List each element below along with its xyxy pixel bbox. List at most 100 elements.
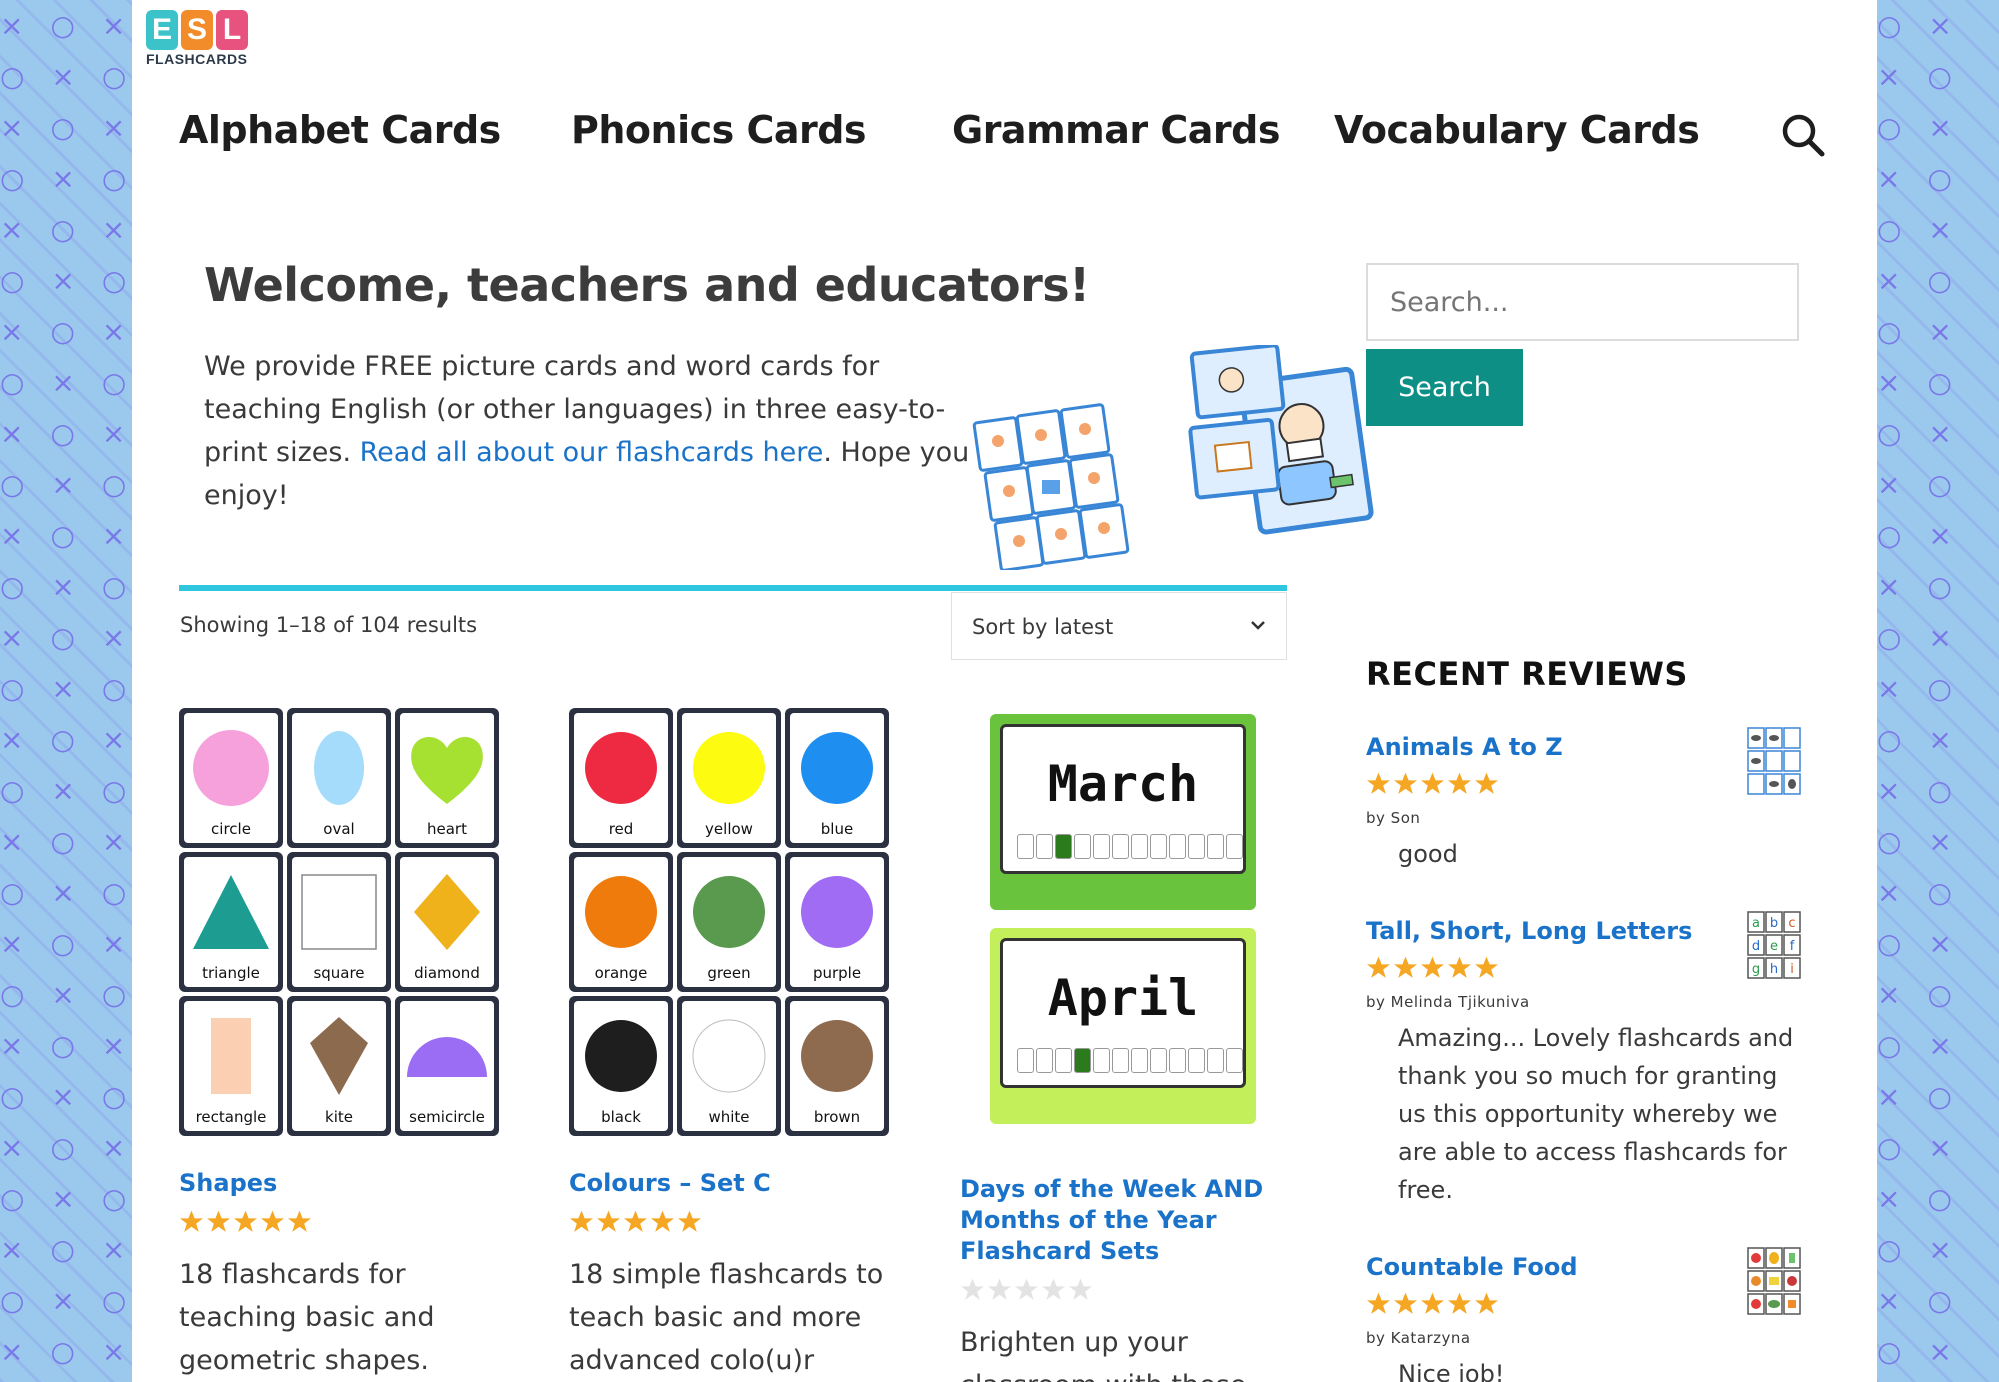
month-position-box [1036,834,1053,859]
flashcard-label: white [708,1108,750,1126]
month-position-box [1017,1048,1034,1073]
rectangle-shape [211,1018,251,1094]
star-icon [624,1210,647,1232]
flashcard: orange [569,852,673,992]
flashcard-label: blue [820,820,854,838]
colour-swatch [801,1020,873,1092]
flashcard: triangle [179,852,283,992]
review-product-link[interactable]: Tall, Short, Long Letters [1366,917,1801,945]
flashcard-label: square [313,964,365,982]
about-flashcards-link[interactable]: Read all about our flashcards here [360,437,824,468]
review-thumbnail[interactable]: abc def ghi [1747,911,1801,979]
product-title[interactable]: Days of the Week AND Months of the Year … [960,1174,1290,1267]
star-icon [1421,1292,1444,1314]
star-icon [1069,1278,1092,1300]
logo-subtitle: FLASHCARDS [146,51,248,67]
month-position-box [1055,1048,1072,1073]
svg-text:e: e [1770,939,1778,954]
kite-shape [310,1017,368,1095]
star-rating [569,1209,899,1239]
colour-swatch [801,732,873,804]
star-icon [1421,772,1444,794]
month-position-box [1207,834,1224,859]
review-product-link[interactable]: Countable Food [1366,1253,1801,1281]
colour-swatch [692,1019,766,1093]
star-icon [570,1210,593,1232]
review-product-link[interactable]: Animals A to Z [1366,733,1801,761]
month-position-boxes [1017,1048,1243,1073]
product-thumbnail[interactable]: circle oval heart triangle square diamon… [179,708,509,1138]
nav-alphabet-cards[interactable]: Alphabet Cards [179,108,501,152]
results-count: Showing 1–18 of 104 results [180,613,478,637]
flashcard: rectangle [179,996,283,1136]
page-container: E S L FLASHCARDS Alphabet Cards Phonics … [132,0,1877,1382]
colour-swatch [801,876,873,948]
month-position-box [1131,834,1148,859]
month-position-box [1169,1048,1186,1073]
logo-letter: S [181,10,213,50]
review-item: Animals A to Z by Son good [1366,727,1801,873]
oval-shape [314,731,364,805]
nav-grammar-cards[interactable]: Grammar Cards [952,108,1280,152]
month-position-box [1169,834,1186,859]
month-position-box [1150,1048,1167,1073]
flashcard-label: black [601,1108,641,1126]
month-name: March [1047,755,1199,813]
star-rating [1366,1291,1801,1321]
star-icon [1367,956,1390,978]
review-thumbnail[interactable] [1747,727,1801,795]
chevron-down-icon [1251,621,1265,630]
product-thumbnail[interactable]: March April [960,714,1290,1144]
svg-text:g: g [1752,962,1760,977]
product-card-colours[interactable]: red yellow blue orange green purple black white… [569,708,899,1382]
search-icon[interactable] [1780,112,1826,158]
star-rating [179,1209,509,1239]
star-icon [1448,1292,1471,1314]
star-icon [651,1210,674,1232]
colour-swatch [585,876,657,948]
flashcard-label: kite [325,1108,353,1126]
product-title[interactable]: Shapes [179,1168,509,1199]
month-position-box [1093,834,1110,859]
star-icon [1448,772,1471,794]
product-thumbnail[interactable]: red yellow blue orange green purple black white… [569,708,899,1138]
flashcard-label: yellow [705,820,753,838]
review-thumbnail[interactable] [1747,1247,1801,1315]
star-icon [1475,772,1498,794]
colour-swatch [585,1020,657,1092]
site-logo[interactable]: E S L FLASHCARDS [146,10,250,67]
month-position-box [1131,1048,1148,1073]
month-position-box [1188,1048,1205,1073]
search-button[interactable]: Search [1366,349,1523,426]
star-icon [1042,1278,1065,1300]
product-card-days-months[interactable]: March April Days of the Week AND Months … [960,708,1290,1382]
nav-phonics-cards[interactable]: Phonics Cards [571,108,867,152]
product-title[interactable]: Colours – Set C [569,1168,899,1199]
flashcard-label: diamond [414,964,480,982]
star-rating [1366,771,1801,801]
welcome-title: Welcome, teachers and educators! [204,258,1090,312]
product-card-shapes[interactable]: circle oval heart triangle square diamon… [179,708,509,1382]
nav-vocabulary-cards[interactable]: Vocabulary Cards [1334,108,1700,152]
star-rating [960,1277,1290,1307]
svg-text:d: d [1752,939,1760,954]
month-position-box [1226,834,1243,859]
svg-text:i: i [1790,962,1794,977]
flashcard: brown [785,996,889,1136]
star-icon [1367,1292,1390,1314]
flashcard: square [287,852,391,992]
flashcard: heart [395,708,499,848]
sort-select[interactable]: Sort by latest [951,592,1287,660]
triangle-shape [193,875,269,949]
month-position-box [1112,1048,1129,1073]
semicircle-shape [407,1037,487,1077]
flashcard: oval [287,708,391,848]
month-position-box [1150,834,1167,859]
flashcard-label: purple [812,964,862,982]
search-input[interactable] [1366,263,1799,341]
month-position-box [1112,834,1129,859]
flashcard: kite [287,996,391,1136]
month-position-boxes [1017,834,1243,859]
flashcard: blue [785,708,889,848]
flashcard-label: red [608,820,634,838]
